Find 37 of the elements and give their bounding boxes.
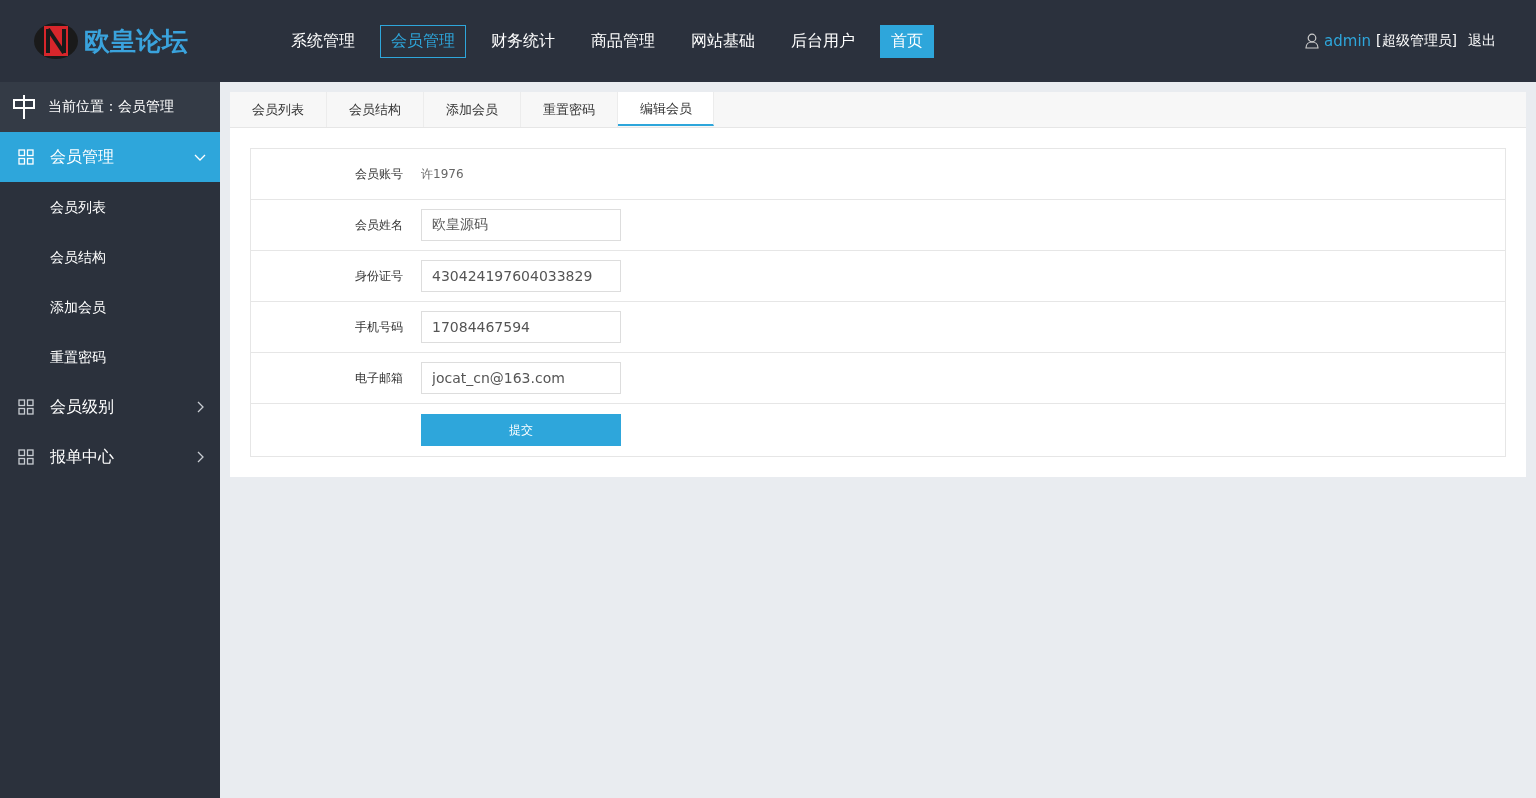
signpost-icon xyxy=(12,94,36,120)
nav-link[interactable]: 后台用户 xyxy=(780,24,866,58)
field-label: 会员姓名 xyxy=(354,216,403,234)
input-field[interactable]: jocat_cn@163.com xyxy=(421,362,621,394)
field-label: 身份证号 xyxy=(354,267,403,285)
field-label: 电子邮箱 xyxy=(354,369,403,387)
user-icon xyxy=(1305,33,1320,49)
sidebar-group[interactable]: 报单中心 xyxy=(0,432,220,482)
field-label: 手机号码 xyxy=(354,318,403,336)
grid-icon xyxy=(18,399,34,415)
logout-link[interactable]: 退出 xyxy=(1468,32,1496,50)
logo-text: 欧皇论坛 xyxy=(84,24,188,58)
grid-icon xyxy=(18,149,34,165)
location-text: 当前位置：会员管理 xyxy=(48,98,174,116)
nav-link[interactable]: 网站基础 xyxy=(680,24,766,58)
sidebar-item[interactable]: 会员结构 xyxy=(0,232,220,282)
sidebar-item[interactable]: 会员列表 xyxy=(0,182,220,232)
field-value: 许1976 xyxy=(421,165,464,183)
nav-link[interactable]: 商品管理 xyxy=(580,24,666,58)
logo-icon xyxy=(32,21,80,61)
sidebar-item[interactable]: 重置密码 xyxy=(0,332,220,382)
sidebar-item[interactable]: 添加会员 xyxy=(0,282,220,332)
sidebar-group[interactable]: 会员级别 xyxy=(0,382,220,432)
input-field[interactable]: 430424197604033829 xyxy=(421,260,621,292)
input-field[interactable]: 欧皇源码 xyxy=(421,209,621,241)
tab[interactable]: 会员列表 xyxy=(230,92,327,127)
username-link[interactable]: admin xyxy=(1324,32,1372,50)
grid-icon xyxy=(18,449,34,465)
user-role: [超级管理员] xyxy=(1376,32,1457,50)
tab[interactable]: 会员结构 xyxy=(327,92,424,127)
tab[interactable]: 添加会员 xyxy=(424,92,521,127)
field-label: 会员账号 xyxy=(354,165,403,183)
tab[interactable]: 编辑会员 xyxy=(618,92,714,126)
nav-link[interactable]: 财务统计 xyxy=(480,24,566,58)
nav-link[interactable]: 会员管理 xyxy=(380,24,466,58)
nav-link[interactable]: 系统管理 xyxy=(280,24,366,58)
input-field[interactable]: 17084467594 xyxy=(421,311,621,343)
